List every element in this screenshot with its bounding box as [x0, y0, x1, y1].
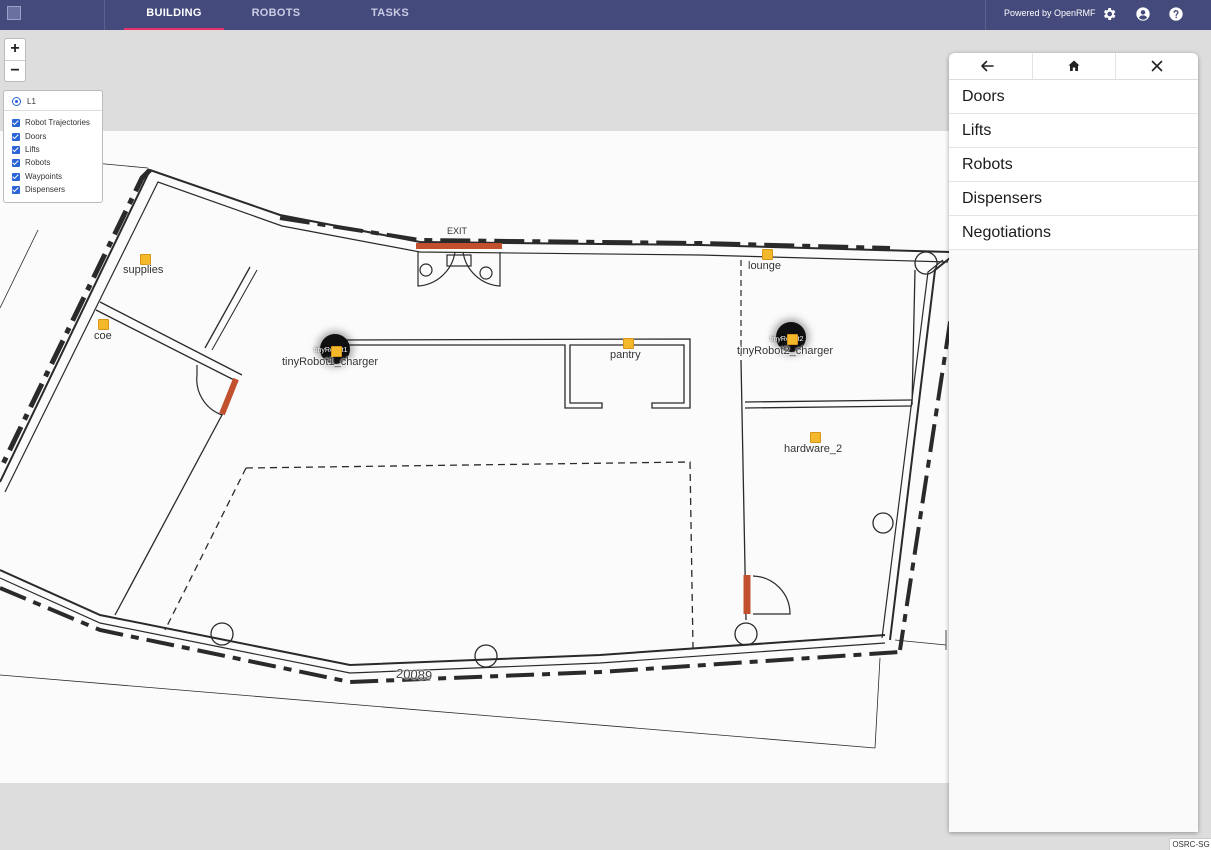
- layer-toggle-dispensers[interactable]: Dispensers: [12, 184, 65, 196]
- layer-label: Doors: [25, 132, 47, 141]
- waypoint-label-lounge: lounge: [748, 260, 782, 272]
- layer-toggle-waypoints[interactable]: Waypoints: [12, 171, 62, 183]
- checkbox-icon: [12, 158, 20, 167]
- waypoint-label-hardware-2: hardware_2: [784, 443, 843, 455]
- floor-plan[interactable]: [0, 131, 950, 783]
- dimension-label: 20089: [395, 665, 433, 684]
- radio-icon: [12, 97, 21, 107]
- exit-sign: EXIT: [447, 226, 468, 236]
- checkbox-icon: [12, 145, 20, 154]
- waypoint-marker[interactable]: [98, 319, 109, 330]
- panel-item-label: Doors: [962, 88, 1005, 105]
- zoom-out-button[interactable]: −: [5, 61, 25, 82]
- close-icon[interactable]: [1116, 53, 1198, 79]
- panel-item-label: Dispensers: [962, 190, 1043, 207]
- panel-item-dispensers[interactable]: Dispensers: [949, 182, 1198, 216]
- layer-label: Lifts: [25, 145, 40, 154]
- checkbox-icon: [12, 172, 20, 181]
- omni-panel: Doors Lifts Robots Dispensers Negotiatio…: [949, 53, 1198, 832]
- panel-nav-bar: [949, 53, 1198, 80]
- layer-toggle-doors[interactable]: Doors: [12, 131, 46, 143]
- waypoint-label-pantry: pantry: [610, 349, 641, 361]
- layer-label: Waypoints: [25, 172, 63, 181]
- panel-item-label: Negotiations: [962, 224, 1051, 241]
- back-arrow-icon[interactable]: [949, 53, 1032, 79]
- divider: [4, 110, 102, 111]
- layer-toggle-robots[interactable]: Robots: [12, 157, 50, 169]
- panel-item-doors[interactable]: Doors: [949, 80, 1198, 114]
- tab-tasks[interactable]: TASKS: [350, 0, 430, 30]
- broken-image-icon: [7, 6, 21, 20]
- tab-robots[interactable]: ROBOTS: [232, 0, 320, 30]
- waypoint-marker[interactable]: [787, 334, 798, 345]
- layer-label: Dispensers: [25, 185, 66, 194]
- waypoint-marker[interactable]: [623, 338, 634, 349]
- powered-by-text: Powered by OpenRMF: [1004, 8, 1096, 18]
- waypoint-marker[interactable]: [810, 432, 821, 443]
- waypoint-label-supplies: supplies: [123, 264, 164, 276]
- waypoint-label-charger-2: tinyRobot2_charger: [737, 345, 834, 357]
- panel-item-robots[interactable]: Robots: [949, 148, 1198, 182]
- site-tag: OSRC-SG: [1169, 838, 1211, 850]
- settings-icon[interactable]: [1101, 6, 1117, 22]
- layer-toggle-lifts[interactable]: Lifts: [12, 144, 40, 156]
- level-radio-l1[interactable]: L1: [12, 96, 36, 108]
- layer-label: Robots: [25, 158, 51, 167]
- layers-control: L1 Robot Trajectories Doors Lifts Robots…: [3, 90, 103, 203]
- checkbox-icon: [12, 118, 20, 127]
- layer-toggle-robot-trajectories[interactable]: Robot Trajectories: [12, 117, 90, 129]
- account-icon[interactable]: [1135, 6, 1151, 22]
- zoom-in-button[interactable]: +: [5, 39, 25, 61]
- panel-item-label: Lifts: [962, 122, 992, 139]
- level-label: L1: [27, 97, 36, 106]
- panel-item-label: Robots: [962, 156, 1013, 173]
- waypoint-label-charger-1: tinyRobot1_charger: [282, 356, 379, 368]
- toolbar-right: Powered by OpenRMF: [985, 0, 1211, 30]
- top-app-bar: BUILDING ROBOTS TASKS Powered by OpenRMF: [0, 0, 1211, 30]
- zoom-control: + −: [4, 38, 26, 82]
- checkbox-icon: [12, 185, 20, 194]
- panel-item-lifts[interactable]: Lifts: [949, 114, 1198, 148]
- checkbox-icon: [12, 132, 20, 141]
- tab-building[interactable]: BUILDING: [124, 0, 224, 30]
- panel-item-negotiations[interactable]: Negotiations: [949, 216, 1198, 250]
- home-icon[interactable]: [1033, 53, 1115, 79]
- help-icon[interactable]: [1168, 6, 1184, 22]
- waypoint-label-coe: coe: [94, 330, 112, 342]
- layer-label: Robot Trajectories: [25, 118, 90, 127]
- floor-plan-drawing: [0, 157, 950, 749]
- waypoint-marker[interactable]: [762, 249, 773, 260]
- logo[interactable]: [0, 0, 105, 30]
